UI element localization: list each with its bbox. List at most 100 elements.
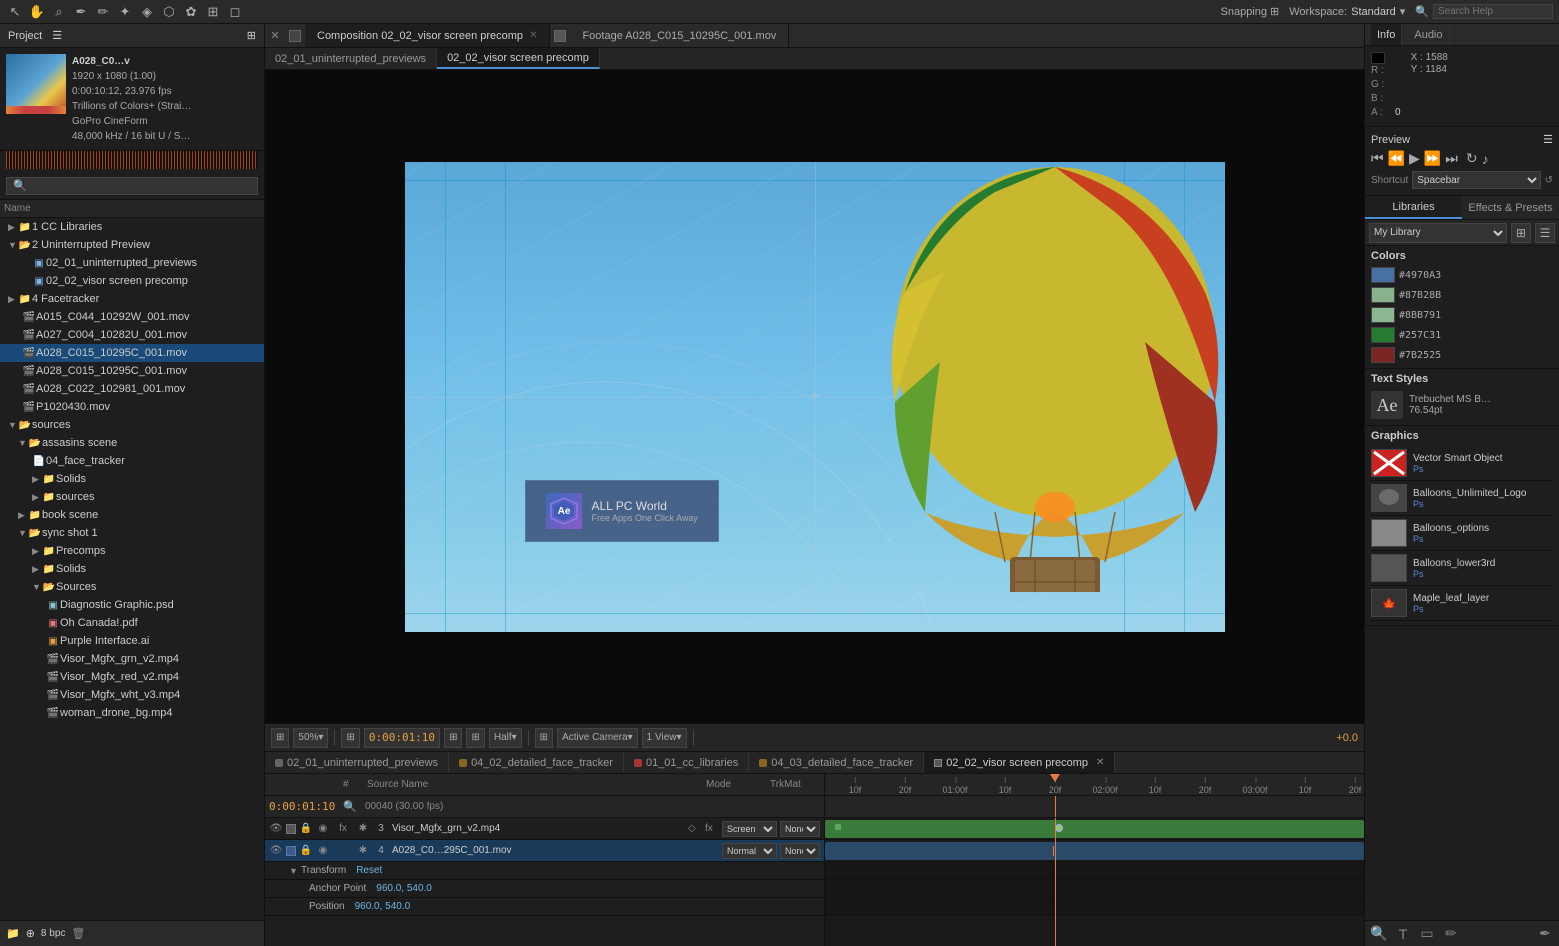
search-library-icon[interactable]: 🔍	[1369, 924, 1389, 944]
comp-tab-2[interactable]: 02_02_visor screen precomp	[437, 48, 600, 69]
hand-tool[interactable]: ✋	[28, 3, 46, 21]
shape-tool[interactable]: ◻	[226, 3, 244, 21]
layer-solo[interactable]: ◉	[316, 823, 330, 834]
comp-tab-1[interactable]: 02_01_uninterrupted_previews	[265, 48, 437, 69]
new-folder-icon[interactable]: 📁	[6, 927, 20, 940]
list-item[interactable]: ▼ 📂 Sources	[0, 578, 264, 596]
reset-view-button[interactable]: ⊞	[271, 728, 289, 748]
layer-solo[interactable]: ◉	[316, 845, 330, 856]
list-item[interactable]: 🎬 A028_C015_10295C_001.mov	[0, 362, 264, 380]
timeline-tab-active[interactable]: 02_02_visor screen precomp ✕	[924, 752, 1115, 773]
timeline-tab[interactable]: 02_01_uninterrupted_previews	[265, 752, 449, 773]
arrow-tool[interactable]: ↖	[6, 3, 24, 21]
list-item[interactable]: ▶ 📁 4 Facetracker	[0, 290, 264, 308]
layer-mode-dropdown[interactable]: Normal	[722, 843, 777, 859]
roto-tool[interactable]: ⬡	[160, 3, 178, 21]
list-item[interactable]: 🎬 A028_C022_102981_001.mov	[0, 380, 264, 398]
list-item[interactable]: ▼ 📂 sync shot 1	[0, 524, 264, 542]
close-icon[interactable]: ✕	[265, 29, 285, 42]
graphic-item[interactable]: Vector Smart Object Ps	[1371, 446, 1553, 481]
list-item[interactable]: ▼ 📂 2 Uninterrupted Preview	[0, 236, 264, 254]
layer-mode-dropdown[interactable]: Screen	[722, 821, 777, 837]
color-swatch[interactable]	[1371, 267, 1395, 283]
layer-trk-dropdown[interactable]: None	[780, 821, 820, 837]
rectangle-icon[interactable]: ▭	[1417, 924, 1437, 944]
list-item[interactable]: ▣ 02_02_visor screen precomp	[0, 272, 264, 290]
pen-tool-icon[interactable]: ✒	[1535, 924, 1555, 944]
info-tab[interactable]: Info	[1371, 24, 1402, 45]
preview-btn-2[interactable]: ⊞	[444, 728, 462, 748]
position-value[interactable]: 960.0, 540.0	[355, 901, 411, 912]
layer-motion-blur[interactable]: ✱	[356, 823, 370, 834]
layer-fx-toggle[interactable]: fx	[333, 823, 353, 834]
search-timeline-icon[interactable]: 🔍	[343, 800, 357, 813]
puppet-tool[interactable]: ✿	[182, 3, 200, 21]
layer-visibility-toggle[interactable]: 👁	[269, 845, 283, 856]
zoom-tool[interactable]: ⌕	[50, 3, 68, 21]
view-options-btn[interactable]: ⊞	[535, 728, 553, 748]
list-item[interactable]: 🎬 woman_drone_bg.mp4	[0, 704, 264, 722]
layer-lock[interactable]: 🔒	[299, 823, 313, 834]
color-swatch[interactable]	[1371, 347, 1395, 363]
list-item[interactable]: 🎬 A028_C015_10295C_001.mov	[0, 344, 264, 362]
grid-view-button[interactable]: ⊞	[1511, 223, 1531, 243]
graphic-item[interactable]: Balloons_options Ps	[1371, 516, 1553, 551]
list-item[interactable]: ▶ 📁 book scene	[0, 506, 264, 524]
quality-select-btn[interactable]: Half ▾	[489, 728, 522, 748]
list-item[interactable]: 🎬 Visor_Mgfx_grn_v2.mp4	[0, 650, 264, 668]
list-item[interactable]: ▼ 📂 sources	[0, 416, 264, 434]
list-item[interactable]: 🎬 A015_C044_10292W_001.mov	[0, 308, 264, 326]
expand-icon[interactable]: ▼	[289, 866, 297, 876]
tab-composition[interactable]: Composition 02_02_visor screen precomp ✕	[305, 24, 550, 47]
go-to-end-button[interactable]: ⏭	[1445, 150, 1458, 167]
zoom-display[interactable]: 50% ▾	[293, 728, 328, 748]
view-count-btn[interactable]: 1 View ▾	[642, 728, 687, 748]
color-swatch[interactable]	[1371, 287, 1395, 303]
shortcut-reset-icon[interactable]: ↺	[1545, 175, 1553, 186]
preview-btn-3[interactable]: ⊞	[466, 728, 484, 748]
libraries-tab[interactable]: Libraries	[1365, 196, 1462, 219]
workspace-value[interactable]: Standard	[1351, 6, 1396, 18]
project-menu-icon[interactable]: ☰	[52, 29, 62, 42]
project-search-input[interactable]	[6, 177, 258, 195]
list-item[interactable]: ▣ 02_01_uninterrupted_previews	[0, 254, 264, 272]
camera-select-btn[interactable]: Active Camera ▾	[557, 728, 638, 748]
tab-footage[interactable]: Footage A028_C015_10295C_001.mov	[570, 24, 789, 47]
graphic-item[interactable]: Balloons_Unlimited_Logo Ps	[1371, 481, 1553, 516]
list-item[interactable]: 📄 04_face_tracker	[0, 452, 264, 470]
layer-effects-icon[interactable]: fx	[705, 823, 719, 834]
list-item[interactable]: ▶ 📁 Solids	[0, 470, 264, 488]
anchor-point-value[interactable]: 960.0, 540.0	[376, 883, 432, 894]
list-view-button[interactable]: ☰	[1535, 223, 1555, 243]
timeline-tab[interactable]: 04_02_detailed_face_tracker	[449, 752, 624, 773]
close-icon[interactable]: ✕	[1096, 757, 1104, 768]
step-forward-button[interactable]: ⏩	[1424, 150, 1441, 167]
preview-menu-icon[interactable]: ☰	[1543, 133, 1553, 146]
color-swatch[interactable]	[1371, 307, 1395, 323]
import-icon[interactable]: ⊕	[26, 927, 35, 940]
timeline-tab[interactable]: 04_03_detailed_face_tracker	[749, 752, 924, 773]
list-item[interactable]: ▶ 📁 sources	[0, 488, 264, 506]
trash-icon[interactable]: 🗑	[71, 927, 85, 940]
list-item[interactable]: 🎬 Visor_Mgfx_red_v2.mp4	[0, 668, 264, 686]
loop-button[interactable]: ↻	[1466, 150, 1478, 167]
layer-lock[interactable]: 🔒	[299, 845, 313, 856]
eye-dropper-icon[interactable]: ✏	[1441, 924, 1461, 944]
project-icon-list[interactable]: ⊞	[247, 29, 256, 42]
timecode-display[interactable]: 0:00:01:10	[364, 728, 440, 748]
camera-tool[interactable]: ⊞	[204, 3, 222, 21]
preview-options[interactable]: ⊞	[341, 728, 359, 748]
timeline-tab[interactable]: 01_01_cc_libraries	[624, 752, 749, 773]
play-button[interactable]: ▶	[1409, 150, 1420, 167]
layer-visibility-toggle[interactable]: 👁	[269, 823, 283, 834]
tab-close-icon[interactable]: ✕	[529, 30, 537, 41]
brush-tool[interactable]: ✏	[94, 3, 112, 21]
list-item[interactable]: ▶ 📁 Precomps	[0, 542, 264, 560]
effects-presets-tab[interactable]: Effects & Presets	[1462, 196, 1559, 219]
audio-toggle[interactable]: ♪	[1482, 151, 1489, 167]
list-item[interactable]: 🎬 P1020430.mov	[0, 398, 264, 416]
layer-motion-blur[interactable]: ✱	[356, 845, 370, 856]
layer-keyframe-icon[interactable]: ◇	[688, 823, 702, 834]
list-item[interactable]: ▣ Diagnostic Graphic.psd	[0, 596, 264, 614]
clone-tool[interactable]: ✦	[116, 3, 134, 21]
